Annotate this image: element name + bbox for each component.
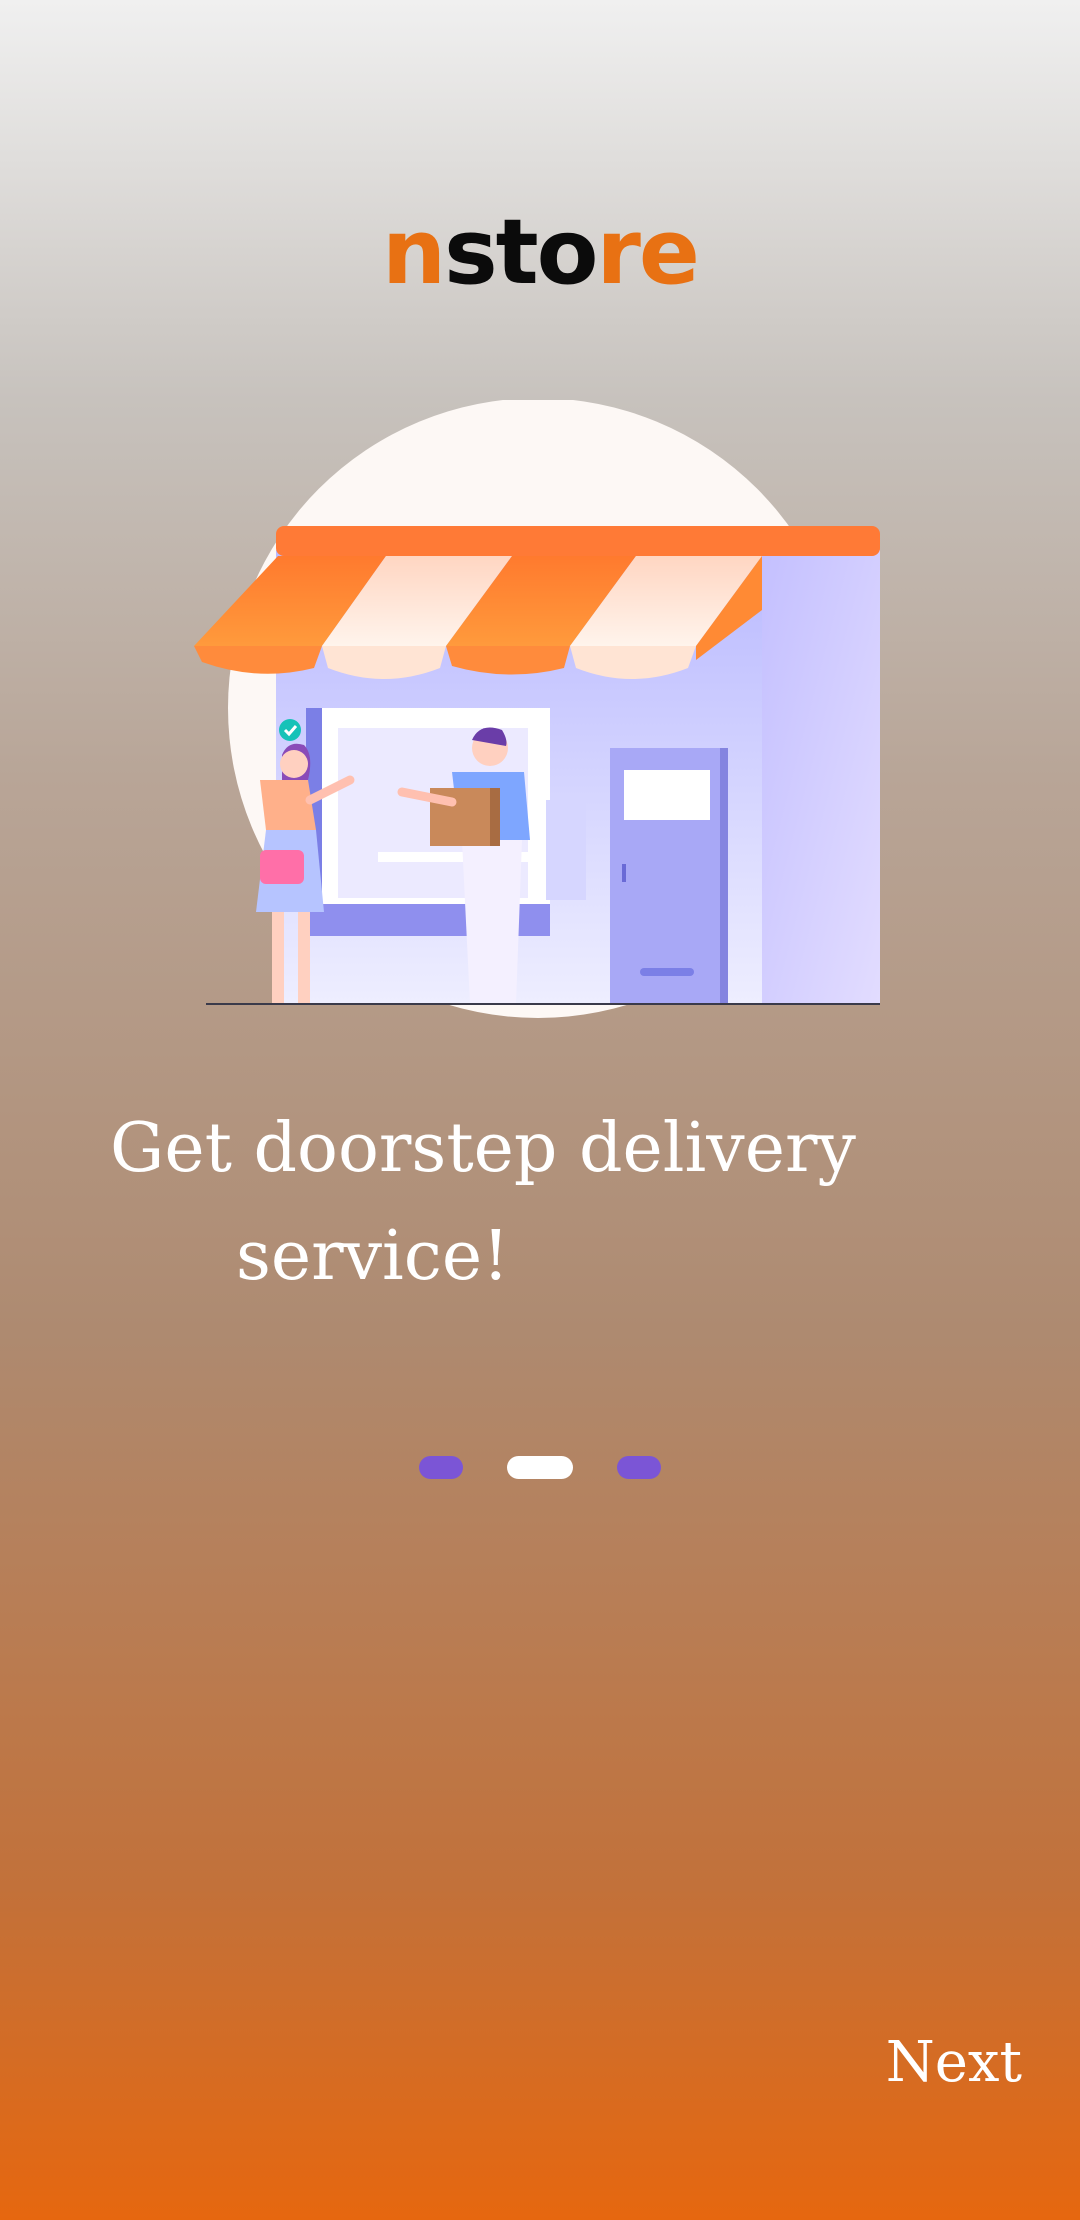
app-logo: nstore bbox=[0, 200, 1080, 305]
page-indicator-dot-3[interactable] bbox=[617, 1456, 661, 1479]
next-button[interactable]: Next bbox=[886, 2030, 1022, 2095]
headline-line-2: service! bbox=[236, 1217, 510, 1296]
building-side bbox=[762, 550, 880, 1004]
logo-letters-sto: sto bbox=[444, 200, 598, 305]
awning-top-bar bbox=[276, 526, 880, 556]
page-indicator-dot-2-active[interactable] bbox=[507, 1456, 573, 1479]
onboarding-headline: Get doorstep delivery service! bbox=[110, 1095, 1010, 1311]
headline-line-1: Get doorstep delivery bbox=[110, 1109, 856, 1188]
store-delivery-illustration bbox=[194, 400, 880, 1018]
logo-letter-n: n bbox=[382, 200, 446, 305]
check-badge bbox=[279, 719, 301, 741]
page-indicator-dot-1[interactable] bbox=[419, 1456, 463, 1479]
page-indicator bbox=[0, 1456, 1080, 1480]
logo-letters-re: re bbox=[596, 200, 700, 305]
